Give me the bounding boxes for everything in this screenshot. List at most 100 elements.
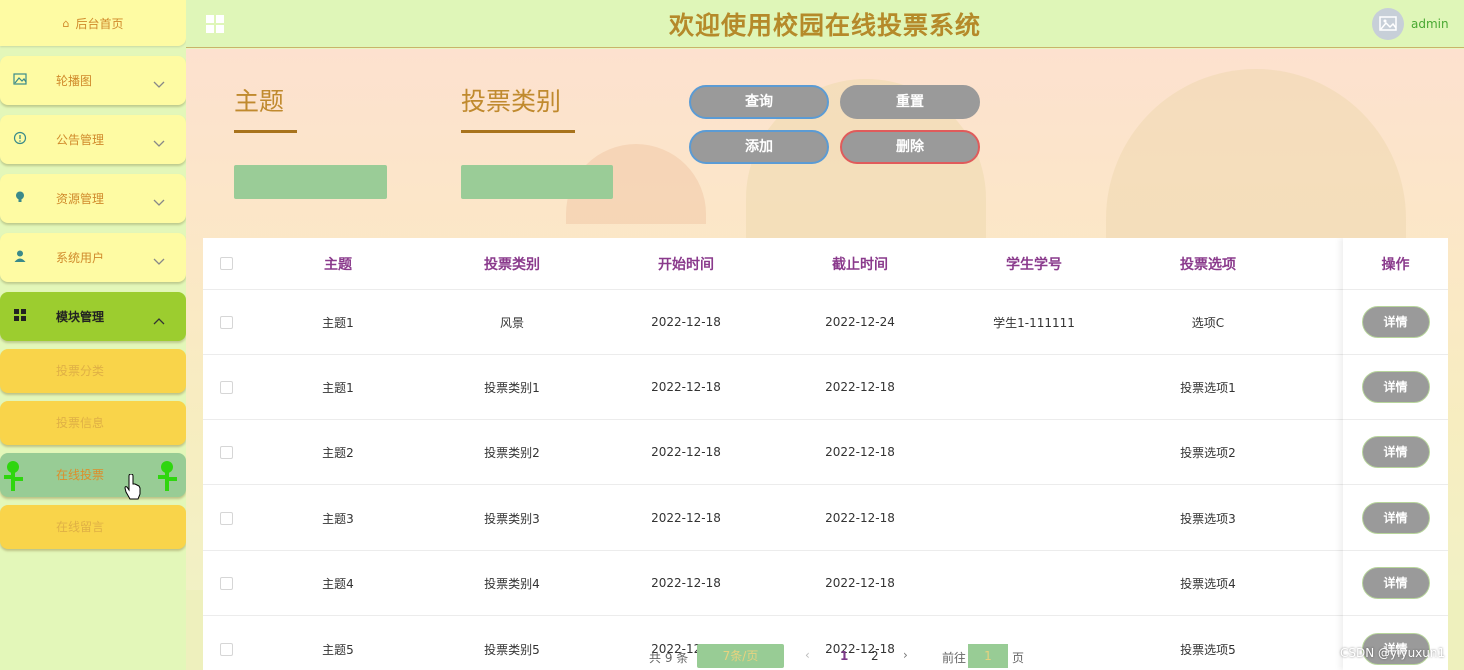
operation-column: 操作 详情 详情 详情 详情 详情 详情 (1343, 238, 1448, 670)
top-header: 欢迎使用校园在线投票系统 admin (186, 0, 1464, 48)
table-cell-end: 2022-12-18 (825, 576, 895, 590)
table-cell-start: 2022-12-18 (651, 315, 721, 329)
avatar[interactable] (1372, 8, 1404, 40)
sidebar-subitem-vote-info[interactable]: 投票信息 (0, 401, 186, 445)
sidebar-home[interactable]: ⌂ 后台首页 (0, 0, 186, 46)
table-cell-topic: 主题2 (322, 445, 354, 460)
goto-label: 前往 (942, 651, 967, 665)
row-select-cell (203, 420, 249, 484)
row-checkbox[interactable] (219, 511, 233, 525)
topic-input[interactable] (234, 165, 387, 199)
column-header[interactable]: 开始时间 (597, 238, 775, 289)
query-button[interactable]: 查询 (689, 85, 829, 119)
data-table: 主题 投票类别 开始时间 截止时间 学生学号 投票选项 主题1 风景 2022-12… (203, 238, 1448, 670)
sidebar-item-label: 资源管理 (56, 192, 105, 206)
next-page-button[interactable]: › (903, 648, 908, 662)
detail-button[interactable]: 详情 (1361, 567, 1430, 599)
sidebar-home-label: 后台首页 (75, 16, 124, 31)
page-button-2[interactable]: 2 (871, 649, 879, 663)
table-cell-category: 风景 (499, 315, 524, 330)
table-cell-student (945, 355, 1123, 419)
vote-category-input[interactable] (461, 165, 613, 199)
detail-button[interactable]: 详情 (1361, 371, 1430, 403)
table-cell-option: 投票选项1 (1180, 380, 1236, 395)
topic-underline (234, 130, 297, 133)
lightbulb-icon (12, 190, 28, 206)
row-checkbox[interactable] (219, 576, 233, 590)
table-cell-category: 投票类别4 (484, 576, 540, 591)
jump-page-input[interactable]: 1 (968, 644, 1008, 668)
column-header[interactable]: 投票类别 (427, 238, 597, 289)
row-select-cell (203, 290, 249, 354)
table-cell-student: 学生1-111111 (993, 315, 1075, 330)
page-button-1[interactable]: 1 (840, 649, 848, 663)
operation-cell: 详情 (1343, 290, 1448, 355)
chevron-up-icon (153, 310, 165, 325)
home-icon: ⌂ (62, 16, 70, 30)
user-icon (12, 249, 28, 265)
sidebar-item-users[interactable]: 系统用户 (0, 233, 186, 282)
sidebar-item-resources[interactable]: 资源管理 (0, 174, 186, 223)
operation-cell: 详情 (1343, 486, 1448, 551)
sidebar-subitem-label: 投票信息 (56, 416, 105, 430)
table-cell-option: 投票选项2 (1180, 445, 1236, 460)
sidebar-item-label: 系统用户 (56, 251, 105, 265)
select-all-checkbox[interactable] (219, 257, 233, 270)
sidebar: ⌂ 后台首页 轮播图 公告管理 资源管理 系统用户 模块管理 投票分类 投票信息… (0, 0, 186, 670)
total-count: 共 9 条 (649, 651, 689, 665)
column-header[interactable]: 主题 (249, 238, 427, 289)
table-cell-topic: 主题3 (322, 511, 354, 526)
column-header[interactable]: 投票选项 (1123, 238, 1293, 289)
watermark: CSDN @yiyuxun1 (1340, 646, 1446, 660)
row-select-cell (203, 551, 249, 615)
table-cell-end: 2022-12-18 (825, 511, 895, 525)
column-header[interactable]: 截止时间 (775, 238, 945, 289)
chevron-down-icon (153, 74, 165, 88)
table-row: 主题2 投票类别2 2022-12-18 2022-12-18 投票选项2 (203, 420, 1448, 485)
detail-button[interactable]: 详情 (1361, 306, 1430, 338)
table-header-row: 主题 投票类别 开始时间 截止时间 学生学号 投票选项 (203, 238, 1448, 290)
sidebar-item-label: 公告管理 (56, 133, 105, 147)
table-cell-start: 2022-12-18 (651, 576, 721, 590)
row-checkbox[interactable] (219, 380, 233, 394)
column-header[interactable]: 学生学号 (945, 238, 1123, 289)
table-cell-category: 投票类别3 (484, 511, 540, 526)
username[interactable]: admin (1411, 17, 1449, 31)
sidebar-item-notice[interactable]: 公告管理 (0, 115, 186, 164)
row-select-cell (203, 355, 249, 419)
row-checkbox[interactable] (219, 445, 233, 459)
prev-page-button[interactable]: ‹ (805, 648, 810, 662)
detail-button[interactable]: 详情 (1361, 436, 1430, 468)
sidebar-subitem-label: 在线留言 (56, 520, 105, 534)
delete-button[interactable]: 删除 (840, 130, 980, 164)
table-cell-topic: 主题4 (322, 576, 354, 591)
table-row: 主题3 投票类别3 2022-12-18 2022-12-18 投票选项3 (203, 486, 1448, 551)
detail-button[interactable]: 详情 (1361, 502, 1430, 534)
page-size-select[interactable]: 7条/页 (697, 644, 784, 668)
row-select-cell (203, 486, 249, 550)
add-button[interactable]: 添加 (689, 130, 829, 164)
table-cell-student (945, 486, 1123, 550)
row-checkbox[interactable] (219, 315, 233, 329)
table-row: 主题4 投票类别4 2022-12-18 2022-12-18 投票选项4 (203, 551, 1448, 616)
page-title: 欢迎使用校园在线投票系统 (668, 11, 981, 40)
reset-button[interactable]: 重置 (840, 85, 980, 119)
table-cell-category: 投票类别2 (484, 445, 540, 460)
image-icon (12, 72, 28, 88)
chevron-down-icon (153, 133, 165, 147)
page-unit-label: 页 (1012, 651, 1025, 665)
sidebar-subitem-online-vote[interactable]: 在线投票 (0, 453, 186, 497)
table-cell-start: 2022-12-18 (651, 511, 721, 525)
table-cell-topic: 主题1 (322, 380, 354, 395)
table-cell-start: 2022-12-18 (651, 380, 721, 394)
sidebar-item-carousel[interactable]: 轮播图 (0, 56, 186, 105)
table-cell-end: 2022-12-18 (825, 380, 895, 394)
table-cell-topic: 主题1 (322, 315, 354, 330)
select-all-cell (203, 238, 249, 289)
sidebar-subitem-online-message[interactable]: 在线留言 (0, 505, 186, 549)
sidebar-item-modules[interactable]: 模块管理 (0, 292, 186, 341)
alert-circle-icon (12, 131, 28, 147)
operation-cell: 详情 (1343, 551, 1448, 616)
vote-category-underline (461, 130, 575, 133)
sidebar-subitem-vote-category[interactable]: 投票分类 (0, 349, 186, 393)
